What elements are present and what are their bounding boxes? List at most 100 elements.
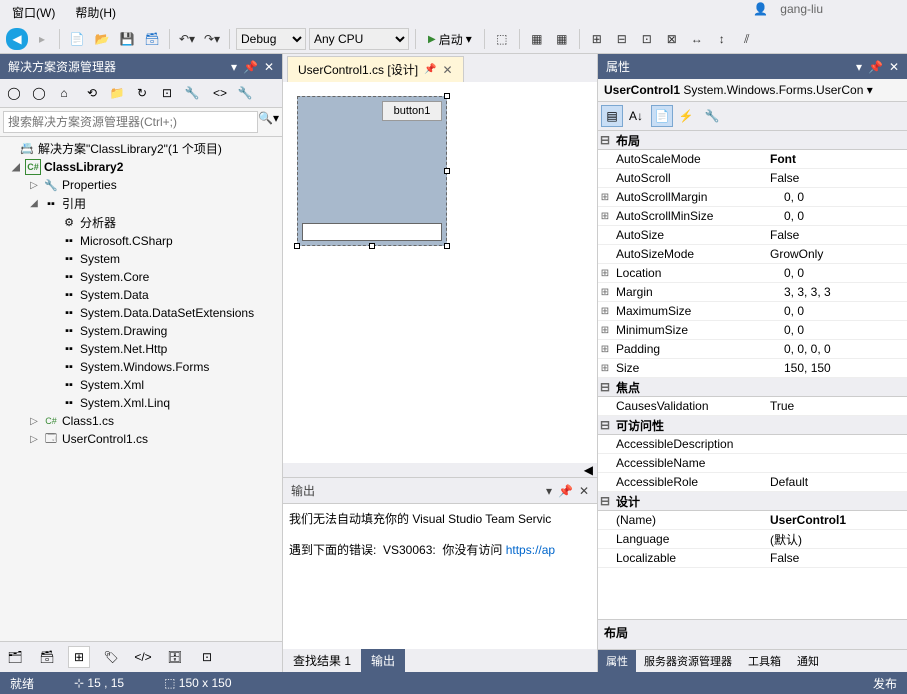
property-pages-icon[interactable]: 🔧 — [701, 105, 723, 127]
tab-notifications[interactable]: 通知 — [789, 650, 827, 672]
properties-page-icon[interactable]: 📄 — [651, 105, 673, 127]
save-all-icon[interactable]: 🗃 — [141, 28, 163, 50]
file-class1[interactable]: ▷C#Class1.cs — [0, 412, 282, 430]
expand-icon[interactable]: ⊞ — [598, 325, 612, 336]
close-icon[interactable]: ✕ — [264, 60, 274, 74]
fwd-icon[interactable]: ◯ — [28, 82, 50, 104]
pin-icon[interactable]: 📌 — [424, 64, 436, 75]
tab-icon-6[interactable]: 🗄 — [164, 646, 186, 668]
property-row[interactable]: Language(默认) — [598, 530, 907, 549]
wrench-icon[interactable]: 🔧 — [234, 82, 256, 104]
close-icon[interactable]: ✕ — [889, 60, 899, 74]
reference-node[interactable]: ▪▪System.Drawing — [0, 322, 282, 340]
search-icon[interactable]: 🔍▾ — [258, 111, 279, 133]
toolbar-btn-1[interactable]: ⬚ — [491, 28, 513, 50]
tab-server-explorer[interactable]: 服务器资源管理器 — [636, 650, 740, 672]
tab-find-results[interactable]: 查找结果 1 — [283, 649, 361, 672]
expand-icon[interactable]: ⊞ — [598, 192, 612, 203]
tab-icon-1[interactable]: 🗂 — [4, 646, 26, 668]
property-row[interactable]: AutoSizeModeGrowOnly — [598, 245, 907, 264]
usercontrol-designer[interactable]: button1 — [297, 96, 447, 246]
config-select[interactable]: Debug — [236, 28, 306, 50]
close-icon[interactable]: ✕ — [579, 484, 589, 498]
align-icon-7[interactable]: ⫽ — [736, 28, 758, 50]
collapse-icon[interactable]: ⊡ — [156, 82, 178, 104]
property-row[interactable]: ⊞MaximumSize0, 0 — [598, 302, 907, 321]
reference-node[interactable]: ▪▪System.Core — [0, 268, 282, 286]
property-row[interactable]: LocalizableFalse — [598, 549, 907, 568]
reference-node[interactable]: ▪▪System.Net.Http — [0, 340, 282, 358]
property-row[interactable]: AccessibleRoleDefault — [598, 473, 907, 492]
scroll-left-icon[interactable]: ◀ — [584, 463, 593, 477]
textbox-control[interactable] — [302, 223, 442, 241]
expand-icon[interactable]: ⊞ — [598, 268, 612, 279]
expand-icon[interactable]: ⊞ — [598, 211, 612, 222]
undo-icon[interactable]: ↶▾ — [176, 28, 198, 50]
expand-icon[interactable]: ⊞ — [598, 344, 612, 355]
analyzers-node[interactable]: ⚙分析器 — [0, 213, 282, 232]
dropdown-icon[interactable]: ▾ — [856, 60, 862, 74]
property-row[interactable]: AccessibleName — [598, 454, 907, 473]
tab-usercontrol-design[interactable]: UserControl1.cs [设计] 📌 ✕ — [287, 56, 464, 82]
reference-node[interactable]: ▪▪System — [0, 250, 282, 268]
pin-icon[interactable]: 📌 — [558, 484, 573, 498]
showall-icon[interactable]: 📁 — [106, 82, 128, 104]
redo-icon[interactable]: ↷▾ — [201, 28, 223, 50]
align-icon-6[interactable]: ↕ — [711, 28, 733, 50]
reference-node[interactable]: ▪▪System.Data.DataSetExtensions — [0, 304, 282, 322]
expand-icon[interactable]: ⊞ — [598, 287, 612, 298]
tab-output[interactable]: 输出 — [361, 649, 405, 672]
start-button[interactable]: ▶启动▾ — [422, 28, 478, 50]
file-usercontrol1[interactable]: ▷🗔UserControl1.cs — [0, 430, 282, 448]
align-icon[interactable]: ⊞ — [586, 28, 608, 50]
refresh-icon[interactable]: ↻ — [131, 82, 153, 104]
nav-back-icon[interactable]: ◀ — [6, 28, 28, 50]
button1-control[interactable]: button1 — [382, 101, 442, 121]
property-row[interactable]: ⊞Margin3, 3, 3, 3 — [598, 283, 907, 302]
property-row[interactable]: ⊞AutoScrollMinSize0, 0 — [598, 207, 907, 226]
property-row[interactable]: CausesValidationTrue — [598, 397, 907, 416]
save-icon[interactable]: 💾 — [116, 28, 138, 50]
property-row[interactable]: ⊞Size150, 150 — [598, 359, 907, 378]
project-node[interactable]: ◢C#ClassLibrary2 — [0, 158, 282, 176]
solution-node[interactable]: 📇解决方案"ClassLibrary2"(1 个项目) — [0, 139, 282, 158]
property-row[interactable]: (Name)UserControl1 — [598, 511, 907, 530]
new-project-icon[interactable]: 📄 — [66, 28, 88, 50]
platform-select[interactable]: Any CPU — [309, 28, 409, 50]
tab-properties[interactable]: 属性 — [598, 650, 636, 672]
expand-icon[interactable]: ⊞ — [598, 363, 612, 374]
align-icon-3[interactable]: ⊡ — [636, 28, 658, 50]
design-surface[interactable]: button1 — [283, 82, 597, 463]
reference-node[interactable]: ▪▪System.Data — [0, 286, 282, 304]
tab-toolbox[interactable]: 工具箱 — [740, 650, 789, 672]
references-node[interactable]: ◢▪▪引用 — [0, 194, 282, 213]
category-focus[interactable]: 焦点 — [598, 378, 907, 397]
alphabetical-icon[interactable]: A↓ — [625, 105, 647, 127]
reference-node[interactable]: ▪▪System.Windows.Forms — [0, 358, 282, 376]
toolbar-btn-2[interactable]: ▦ — [526, 28, 548, 50]
open-icon[interactable]: 📂 — [91, 28, 113, 50]
code-icon[interactable]: <> — [209, 82, 231, 104]
dropdown-icon[interactable]: ▾ — [546, 484, 552, 498]
sync-icon[interactable]: ⟲ — [81, 82, 103, 104]
property-row[interactable]: ⊞AutoScrollMargin0, 0 — [598, 188, 907, 207]
property-object-selector[interactable]: UserControl1 System.Windows.Forms.UserCo… — [598, 79, 907, 102]
output-link[interactable]: https://ap — [506, 543, 555, 557]
property-row[interactable]: ⊞Padding0, 0, 0, 0 — [598, 340, 907, 359]
property-row[interactable]: AutoSizeFalse — [598, 226, 907, 245]
dropdown-icon[interactable]: ▾ — [231, 60, 237, 74]
search-input[interactable] — [3, 111, 258, 133]
tab-icon-4[interactable]: 🏷 — [100, 646, 122, 668]
reference-node[interactable]: ▪▪Microsoft.CSharp — [0, 232, 282, 250]
properties-icon[interactable]: 🔧 — [181, 82, 203, 104]
toolbar-btn-3[interactable]: ▦ — [551, 28, 573, 50]
property-row[interactable]: ⊞Location0, 0 — [598, 264, 907, 283]
back-icon[interactable]: ◯ — [3, 82, 25, 104]
home-icon[interactable]: ⌂ — [53, 82, 75, 104]
tab-icon-5[interactable]: </> — [132, 646, 154, 668]
category-access[interactable]: 可访问性 — [598, 416, 907, 435]
close-icon[interactable]: ✕ — [442, 63, 452, 77]
reference-node[interactable]: ▪▪System.Xml.Linq — [0, 394, 282, 412]
expand-icon[interactable]: ⊞ — [598, 306, 612, 317]
property-row[interactable]: AccessibleDescription — [598, 435, 907, 454]
